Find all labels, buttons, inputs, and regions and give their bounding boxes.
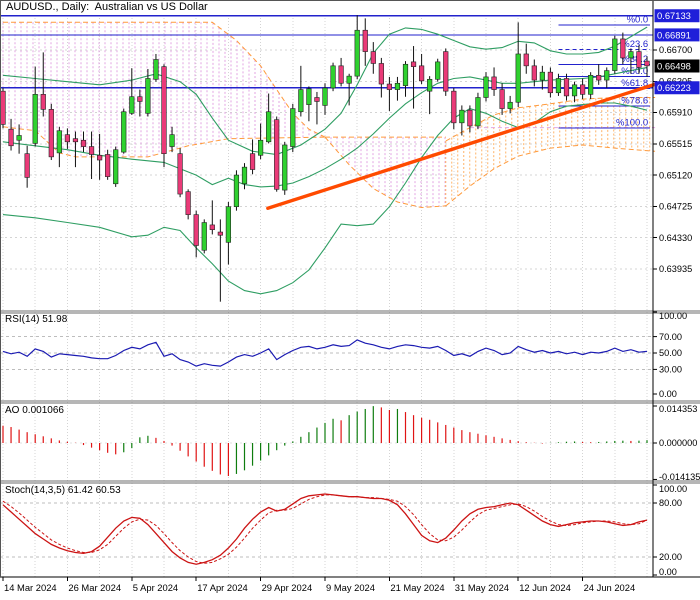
rsi-indicator-label: RSI(14) 51.98	[5, 314, 68, 325]
svg-text:80.00: 80.00	[659, 498, 682, 508]
x-axis-label: 14 Mar 2024	[4, 582, 57, 593]
mt4-chart-window: %0.0 %23.6 %38.2 %50.0 %61.8 %78.6 %100.0 0.667…	[0, 0, 700, 600]
svg-text:0.63935: 0.63935	[659, 264, 692, 274]
ao-indicator-label: AO 0.001066	[5, 405, 64, 416]
x-axis-label: 26 Mar 2024	[68, 582, 121, 593]
x-axis-label: 24 Jun 2024	[584, 582, 636, 593]
svg-text:0.66223: 0.66223	[657, 82, 691, 93]
x-axis-label: 29 Apr 2024	[262, 582, 313, 593]
svg-text:0.66891: 0.66891	[657, 29, 691, 40]
svg-text:0.66498: 0.66498	[657, 60, 691, 71]
x-axis-label: 5 Apr 2024	[133, 582, 178, 593]
svg-text:0.014353: 0.014353	[659, 404, 697, 414]
x-axis-label: 9 May 2024	[326, 582, 375, 593]
svg-text:0.64725: 0.64725	[659, 202, 692, 212]
svg-text:%100.0: %100.0	[616, 118, 648, 129]
svg-text:100.00: 100.00	[659, 484, 687, 494]
svg-text:-0.014135: -0.014135	[659, 472, 700, 482]
x-axis-label: 17 Apr 2024	[197, 582, 248, 593]
stoch-indicator-label: Stoch(14,3,5) 61.42 60.53	[5, 485, 121, 496]
svg-text:70.00: 70.00	[659, 332, 682, 342]
x-axis-label: 31 May 2024	[455, 582, 509, 593]
price-chart-svg: %0.0%23.6%38.2%50.0%61.8%78.6%100.00.667…	[0, 0, 700, 600]
svg-text:50.00: 50.00	[659, 348, 682, 358]
svg-text:0.67133: 0.67133	[657, 10, 691, 21]
svg-text:100.00: 100.00	[659, 311, 687, 321]
chart-title: AUDUSD., Daily: Australian vs US Dollar	[6, 1, 208, 13]
svg-text:30.00: 30.00	[659, 365, 682, 375]
svg-text:0.00: 0.00	[659, 567, 677, 577]
svg-text:20.00: 20.00	[659, 552, 682, 562]
x-axis-label: 12 Jun 2024	[519, 582, 571, 593]
svg-text:0.65120: 0.65120	[659, 170, 692, 180]
x-axis-label: 21 May 2024	[390, 582, 444, 593]
svg-text:0.000000: 0.000000	[659, 438, 697, 448]
svg-text:0.64330: 0.64330	[659, 233, 692, 243]
svg-text:0.66700: 0.66700	[659, 45, 692, 55]
svg-text:0.65910: 0.65910	[659, 108, 692, 118]
svg-text:0.00: 0.00	[659, 389, 677, 399]
svg-text:0.65515: 0.65515	[659, 139, 692, 149]
